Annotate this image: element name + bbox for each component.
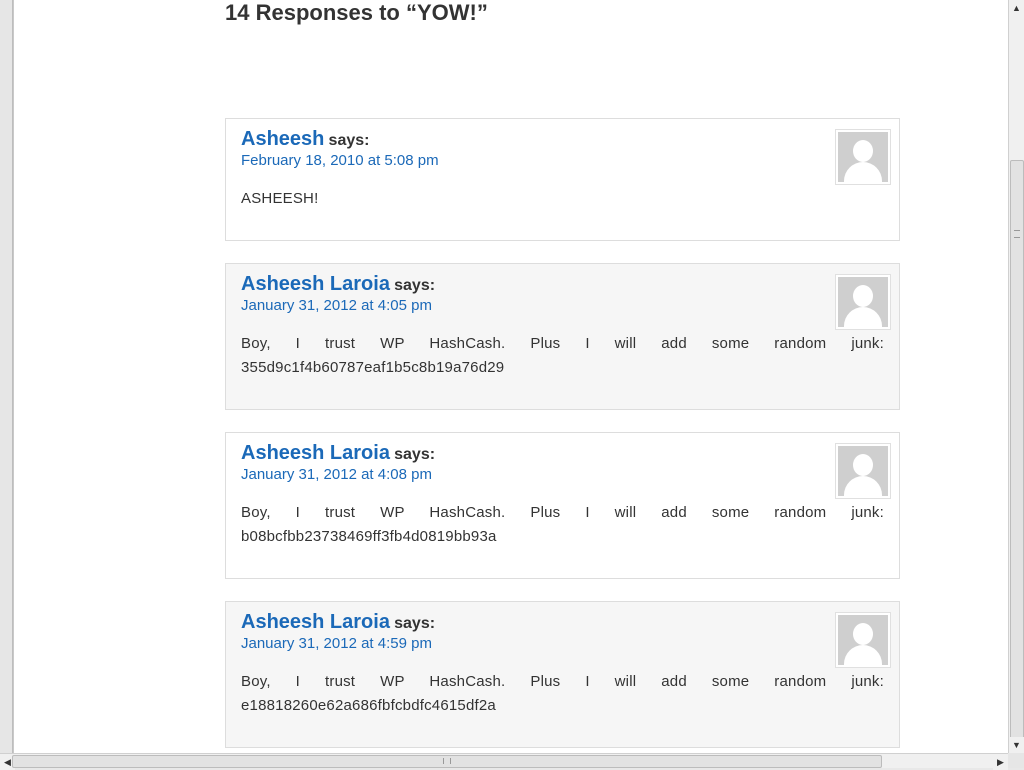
comment-item: Asheesh says: February 18, 2010 at 5:08 … <box>225 118 900 241</box>
scrollbar-corner <box>1008 753 1024 768</box>
comment-author-line: Asheesh Laroia says: <box>241 272 884 298</box>
comment-author-link[interactable]: Asheesh Laroia <box>241 273 390 295</box>
comment-date-link[interactable]: January 31, 2012 at 4:05 pm <box>241 296 884 316</box>
comment-text: Boy, I trust WP HashCash. Plus I will ad… <box>241 673 884 714</box>
avatar <box>835 612 891 668</box>
avatar <box>835 274 891 330</box>
vertical-scrollbar[interactable]: ▲ ▼ <box>1008 0 1024 753</box>
says-label: says: <box>394 277 436 294</box>
comment-date-link[interactable]: January 31, 2012 at 4:59 pm <box>241 634 884 654</box>
page-content: 14 Responses to “YOW!” Asheesh says: Feb… <box>13 0 1009 753</box>
comment-author-link[interactable]: Asheesh <box>241 128 324 150</box>
vertical-scroll-thumb[interactable] <box>1010 160 1024 747</box>
comment-text: Boy, I trust WP HashCash. Plus I will ad… <box>241 504 884 545</box>
comment-author-line: Asheesh says: <box>241 127 884 153</box>
comment-text: Boy, I trust WP HashCash. Plus I will ad… <box>241 335 884 376</box>
default-avatar-icon <box>838 615 888 665</box>
says-label: says: <box>394 446 436 463</box>
comment-author-link[interactable]: Asheesh Laroia <box>241 442 390 464</box>
comment-author-link[interactable]: Asheesh Laroia <box>241 611 390 633</box>
comment-text: ASHEESH! <box>241 190 319 207</box>
says-label: says: <box>394 615 436 632</box>
comment-date-link[interactable]: January 31, 2012 at 4:08 pm <box>241 465 884 485</box>
comment-item: Asheesh Laroia says: January 31, 2012 at… <box>225 432 900 579</box>
comments-heading: 14 Responses to “YOW!” <box>225 0 488 25</box>
default-avatar-icon <box>838 446 888 496</box>
default-avatar-icon <box>838 277 888 327</box>
default-avatar-icon <box>838 132 888 182</box>
grip-icon <box>1014 230 1020 238</box>
comment-author-line: Asheesh Laroia says: <box>241 441 884 467</box>
comment-item: Asheesh Laroia says: January 31, 2012 at… <box>225 601 900 748</box>
says-label: says: <box>328 132 370 149</box>
window-left-edge <box>0 0 13 753</box>
scroll-up-arrow-icon[interactable]: ▲ <box>1009 0 1024 16</box>
comment-item: Asheesh Laroia says: January 31, 2012 at… <box>225 263 900 410</box>
horizontal-scrollbar[interactable]: ◀ ▶ <box>0 753 1008 770</box>
horizontal-scroll-thumb[interactable] <box>12 755 882 768</box>
avatar <box>835 129 891 185</box>
comment-author-line: Asheesh Laroia says: <box>241 610 884 636</box>
grip-icon <box>443 758 451 764</box>
avatar <box>835 443 891 499</box>
scroll-down-arrow-icon[interactable]: ▼ <box>1009 737 1024 753</box>
comment-date-link[interactable]: February 18, 2010 at 5:08 pm <box>241 151 884 171</box>
